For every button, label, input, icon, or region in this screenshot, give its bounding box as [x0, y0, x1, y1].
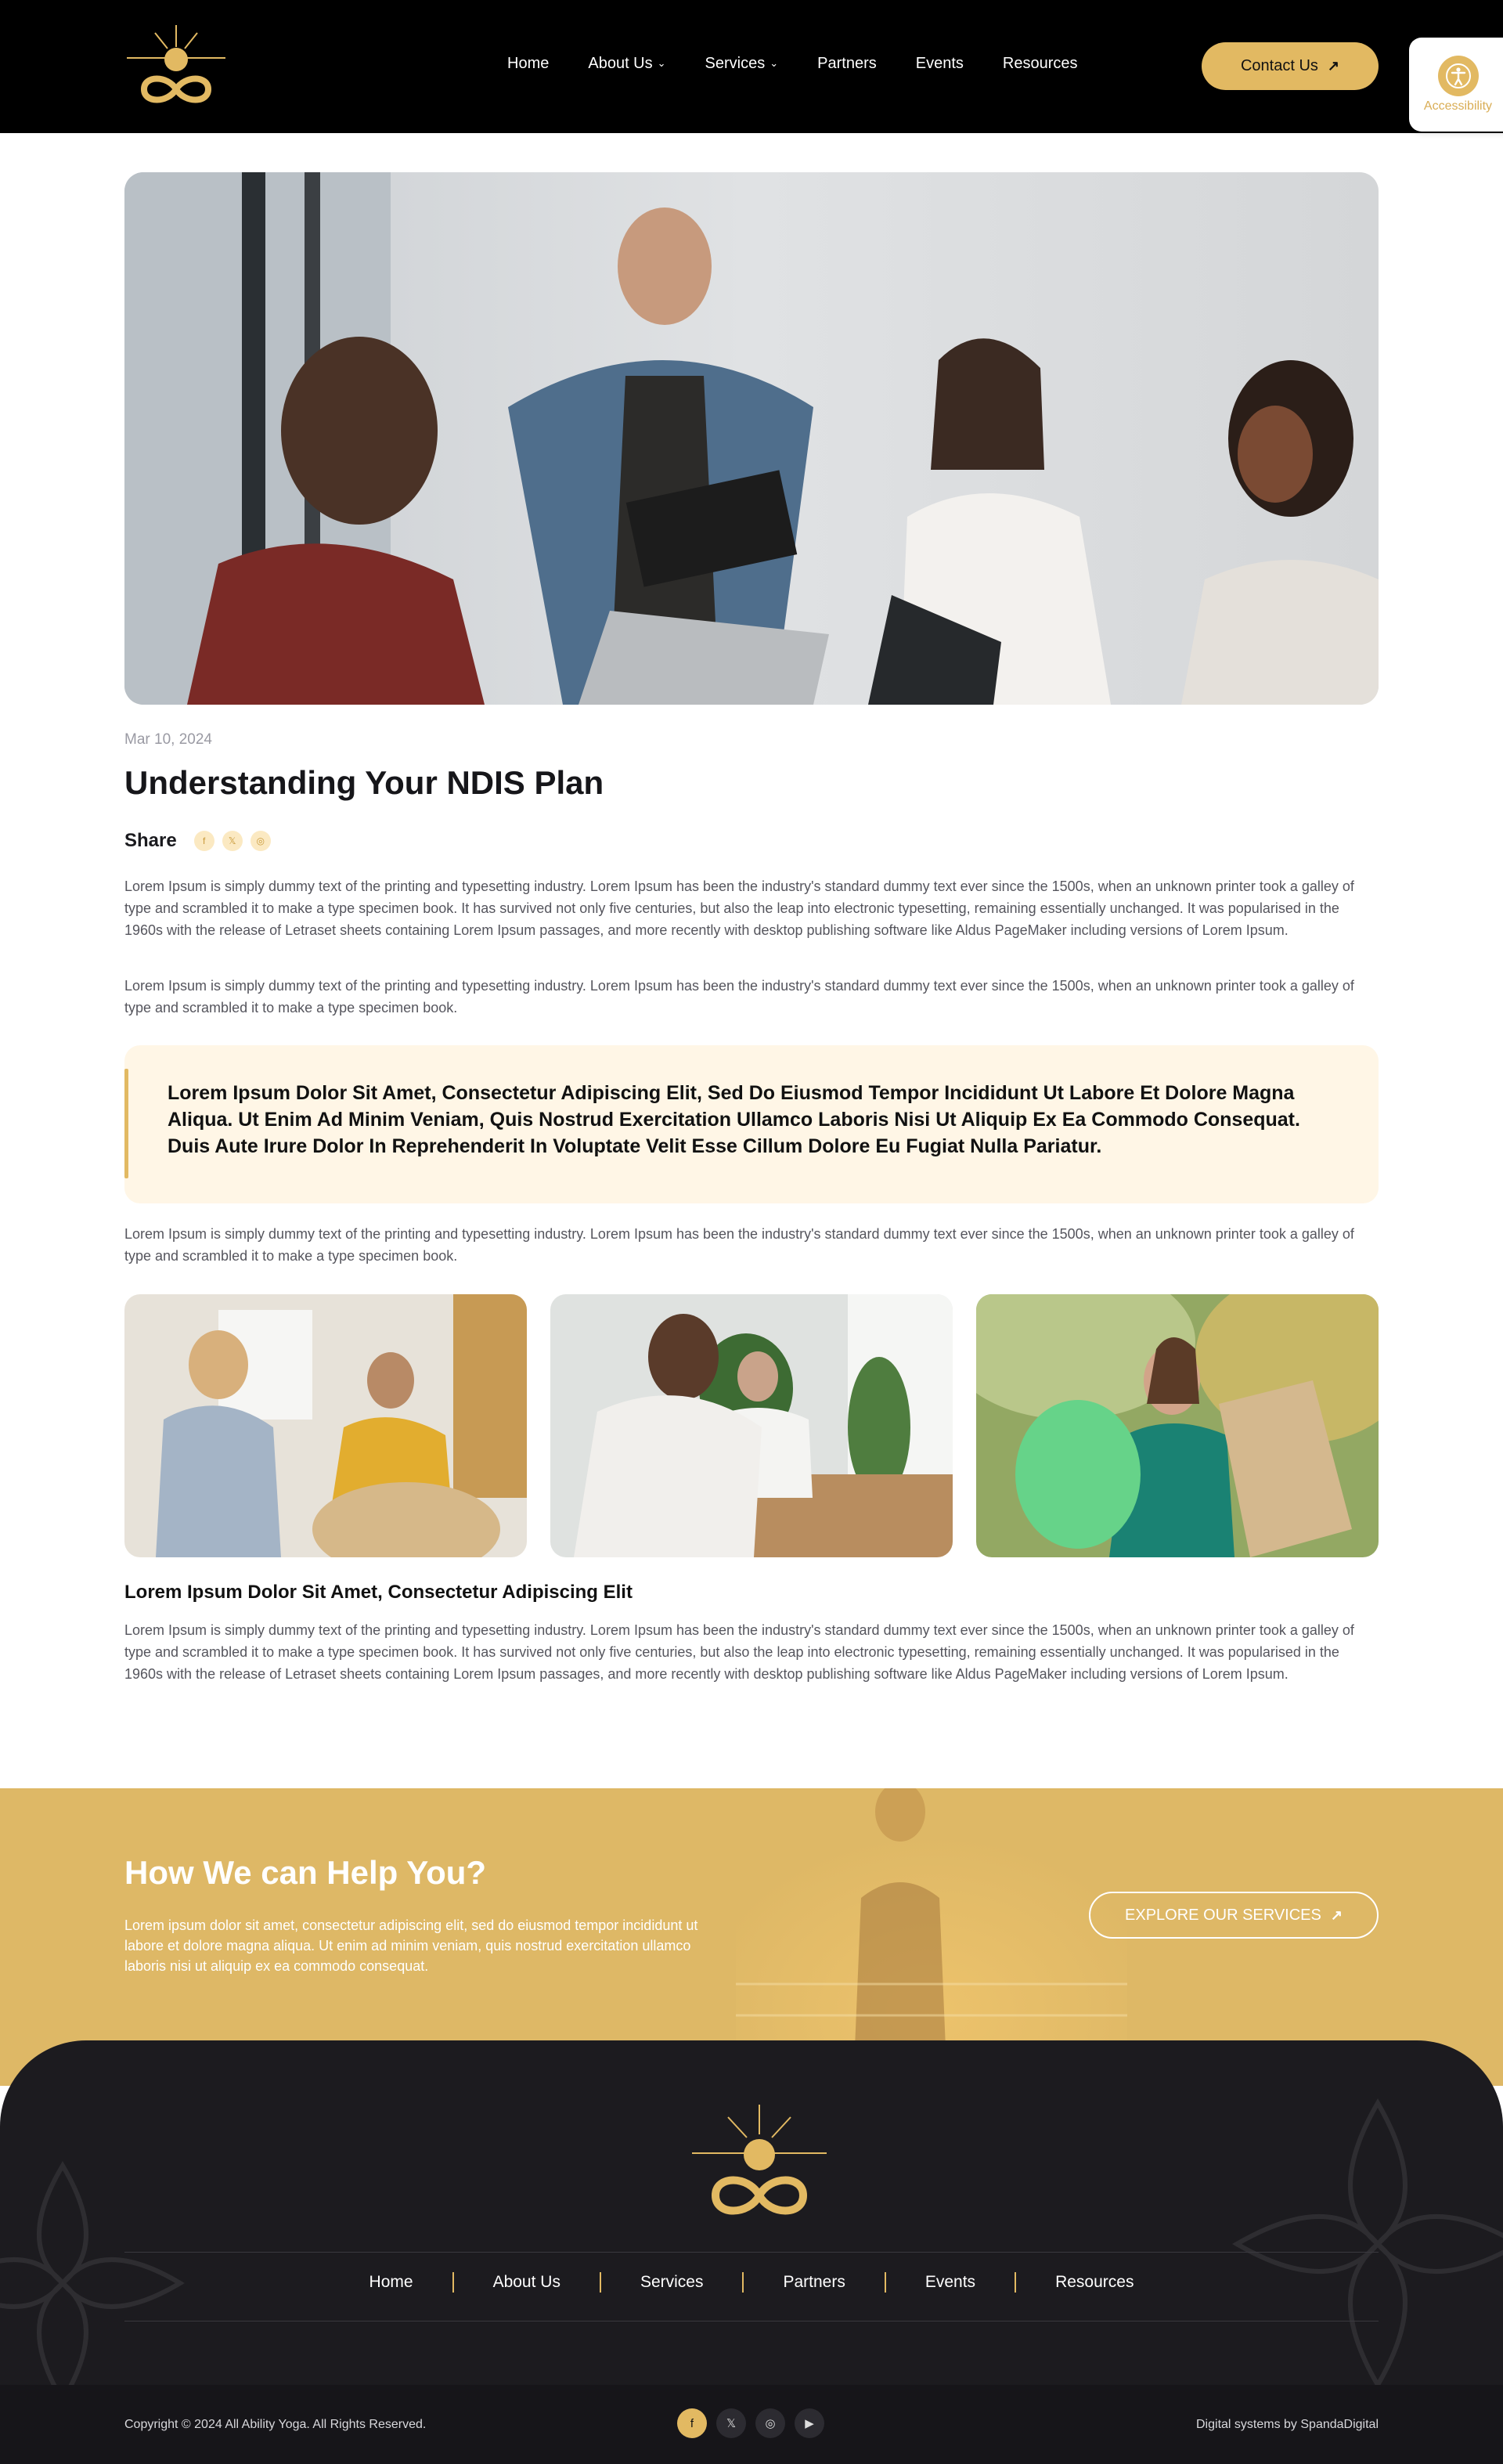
- post-title: Understanding Your NDIS Plan: [124, 764, 604, 801]
- hero-image: [124, 172, 1379, 705]
- site-footer: Home About Us Services Partners Events R…: [0, 2040, 1503, 2464]
- footer-logo[interactable]: [689, 2103, 830, 2228]
- arrow-up-right-icon: ↗: [1327, 58, 1340, 74]
- main-nav: Home About Us ⌄ Services ⌄ Partners Events…: [507, 55, 1117, 73]
- gallery-image-meeting: [124, 1294, 527, 1557]
- quote-accent-bar: [124, 1069, 128, 1178]
- instagram-icon[interactable]: ◎: [250, 831, 271, 851]
- footer-nav: Home About Us Services Partners Events R…: [0, 2272, 1503, 2293]
- gallery-image-consultation: [550, 1294, 953, 1557]
- site-header: Home About Us ⌄ Services ⌄ Partners Events…: [0, 0, 1503, 133]
- footer-nav-about-us[interactable]: About Us: [454, 2273, 600, 2292]
- footer-nav-services[interactable]: Services: [601, 2273, 743, 2292]
- footer-divider: [124, 2252, 1379, 2253]
- facebook-icon[interactable]: f: [677, 2408, 707, 2438]
- nav-services-label: Services: [705, 55, 766, 72]
- contact-us-button[interactable]: Contact Us ↗: [1202, 42, 1379, 90]
- facebook-icon[interactable]: f: [193, 831, 214, 851]
- x-icon[interactable]: 𝕏: [716, 2408, 746, 2438]
- share-label: Share: [124, 830, 177, 851]
- nav-partners-label: Partners: [817, 55, 877, 72]
- social-links: f 𝕏 ◎ ▶: [677, 2408, 824, 2438]
- nav-home-label: Home: [507, 55, 550, 72]
- nav-about-label: About Us: [588, 55, 653, 72]
- accessibility-button[interactable]: Accessibility: [1409, 38, 1503, 132]
- footer-nav-partners[interactable]: Partners: [744, 2273, 884, 2292]
- chevron-down-icon: ⌄: [770, 56, 779, 69]
- nav-events-label: Events: [915, 55, 964, 72]
- article-paragraph-4: Lorem Ipsum is simply dummy text of the …: [124, 1622, 1354, 1682]
- gallery-image-volunteer: [976, 1294, 1379, 1557]
- blockquote: Lorem Ipsum Dolor Sit Amet, Consectetur …: [124, 1045, 1379, 1203]
- copyright-text: Copyright © 2024 All Ability Yoga. All R…: [124, 2418, 427, 2431]
- contact-us-label: Contact Us: [1240, 57, 1318, 74]
- accessibility-label: Accessibility: [1423, 99, 1493, 113]
- nav-about-us[interactable]: About Us ⌄: [588, 55, 665, 73]
- flower-decoration-icon: [1232, 2098, 1503, 2390]
- instagram-icon[interactable]: ◎: [755, 2408, 785, 2438]
- footer-nav-resources[interactable]: Resources: [1016, 2273, 1173, 2292]
- chevron-down-icon: ⌄: [657, 56, 666, 69]
- arrow-up-right-icon: ↗: [1330, 1907, 1343, 1923]
- nav-resources-label: Resources: [1002, 55, 1078, 72]
- post-date: Mar 10, 2024: [124, 731, 212, 748]
- nav-partners[interactable]: Partners: [817, 55, 877, 73]
- nav-resources[interactable]: Resources: [1003, 55, 1078, 73]
- nav-events[interactable]: Events: [916, 55, 964, 73]
- section-subheading: Lorem Ipsum Dolor Sit Amet, Consectetur …: [124, 1582, 633, 1603]
- credit-text: Digital systems by SpandaDigital: [1196, 2418, 1379, 2431]
- x-icon[interactable]: 𝕏: [222, 831, 243, 851]
- site-logo[interactable]: [124, 23, 229, 114]
- footer-bottom-bar: Copyright © 2024 All Ability Yoga. All R…: [0, 2385, 1503, 2464]
- nav-home[interactable]: Home: [507, 55, 549, 73]
- accessibility-icon: [1437, 56, 1479, 96]
- footer-nav-home[interactable]: Home: [330, 2273, 452, 2292]
- share-bar: Share f 𝕏 ◎: [124, 830, 271, 852]
- nav-services[interactable]: Services ⌄: [705, 55, 779, 73]
- footer-nav-events[interactable]: Events: [886, 2273, 1015, 2292]
- quote-text: Lorem Ipsum Dolor Sit Amet, Consectetur …: [168, 1082, 1300, 1157]
- article-paragraph-1: Lorem Ipsum is simply dummy text of the …: [124, 878, 1354, 938]
- youtube-icon[interactable]: ▶: [795, 2408, 824, 2438]
- article-paragraph-3: Lorem Ipsum is simply dummy text of the …: [124, 1226, 1354, 1264]
- article-paragraph-2: Lorem Ipsum is simply dummy text of the …: [124, 978, 1354, 1016]
- explore-services-button[interactable]: EXPLORE OUR SERVICES ↗: [1089, 1892, 1379, 1939]
- cta-title: How We can Help You?: [124, 1854, 487, 1891]
- cta-text: Lorem ipsum dolor sit amet, consectetur …: [124, 1917, 698, 1974]
- explore-services-label: EXPLORE OUR SERVICES: [1125, 1906, 1321, 1924]
